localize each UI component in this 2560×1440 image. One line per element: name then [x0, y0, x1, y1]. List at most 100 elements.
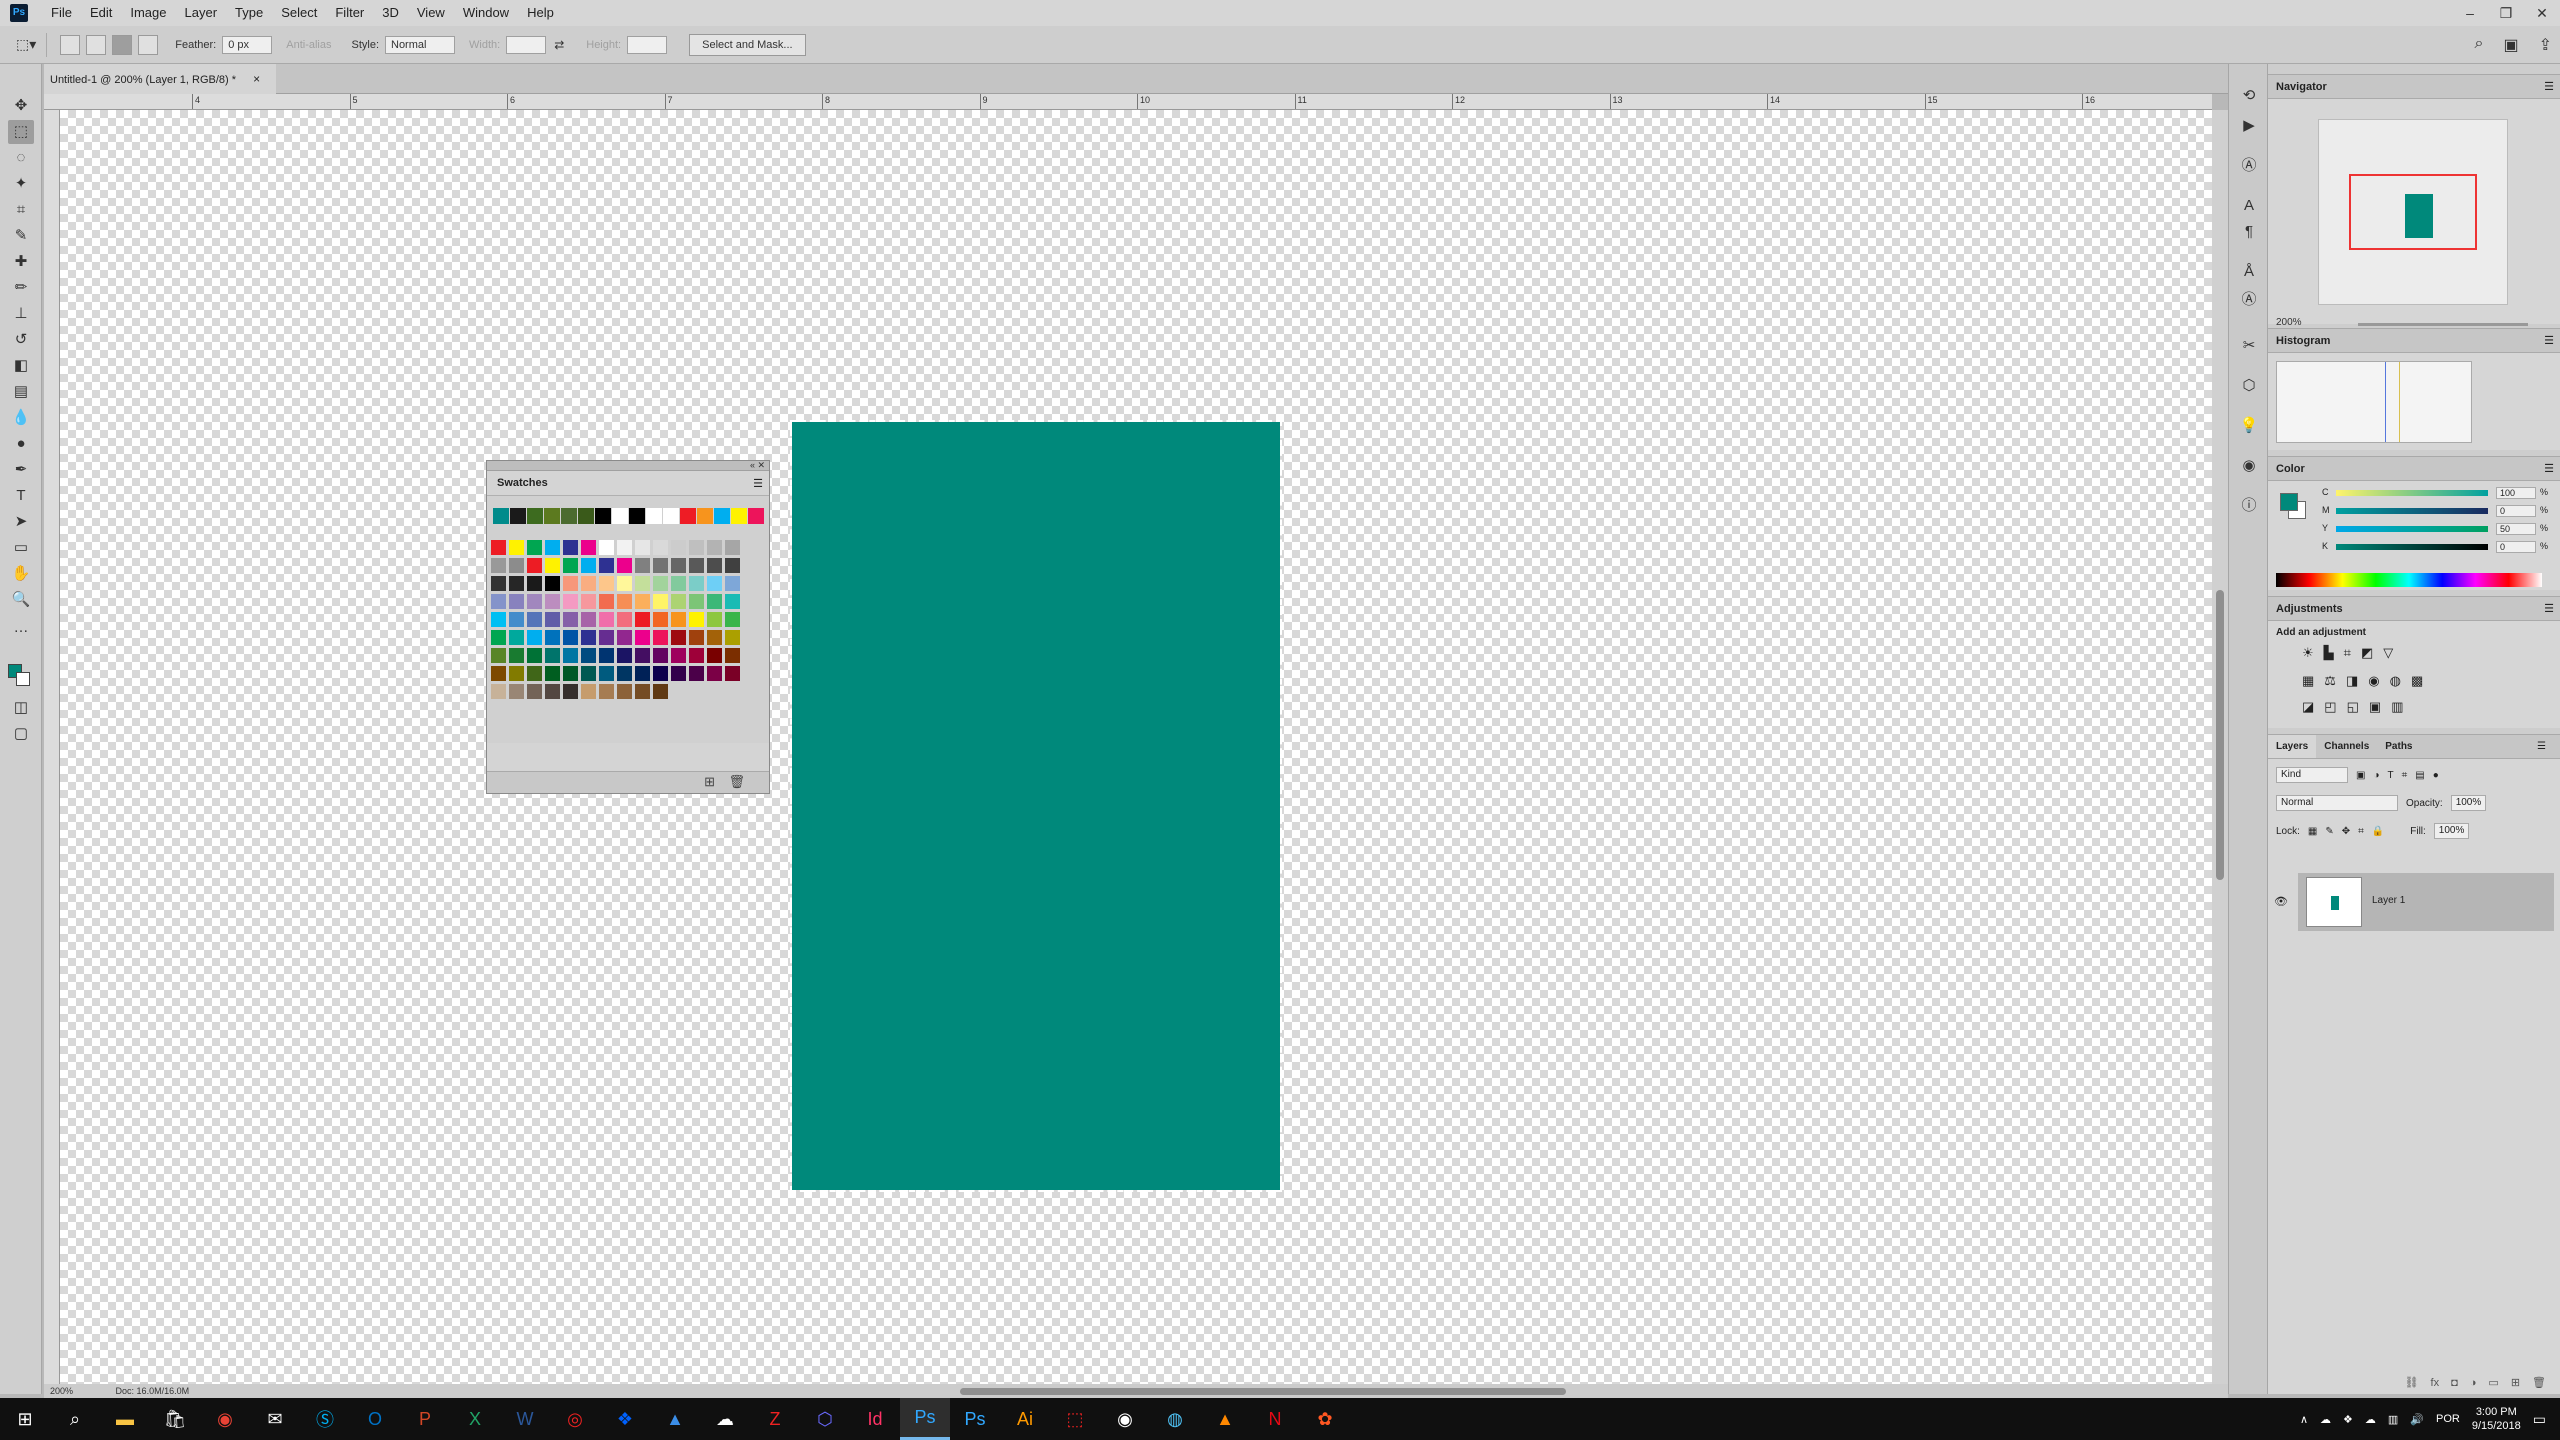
- color-swatch[interactable]: [725, 594, 740, 609]
- yellow-slider[interactable]: [2336, 526, 2488, 532]
- outlook-icon[interactable]: O: [350, 1398, 400, 1440]
- recent-swatch[interactable]: [748, 508, 764, 524]
- menu-select[interactable]: Select: [272, 0, 326, 26]
- close-window-button[interactable]: ✕: [2524, 0, 2560, 26]
- swatches-tab[interactable]: Swatches: [487, 471, 558, 495]
- brush-tool-icon[interactable]: ✏: [8, 276, 34, 300]
- yellow-value[interactable]: 50: [2496, 523, 2536, 535]
- color-swatch[interactable]: [509, 594, 524, 609]
- color-swatch[interactable]: [725, 576, 740, 591]
- color-swatch[interactable]: [635, 576, 650, 591]
- color-swatch[interactable]: [635, 648, 650, 663]
- lasso-tool-icon[interactable]: ◌: [8, 146, 34, 170]
- color-swatch[interactable]: [707, 612, 722, 627]
- status-zoom[interactable]: 200%: [50, 1386, 73, 1396]
- color-swatch[interactable]: [491, 666, 506, 681]
- color-swatch[interactable]: [581, 540, 596, 555]
- link-layers-icon[interactable]: ⛓: [2405, 1372, 2419, 1394]
- recent-swatch[interactable]: [680, 508, 696, 524]
- color-swatch[interactable]: [491, 612, 506, 627]
- paragraph-panel-icon[interactable]: ¶: [2237, 220, 2261, 244]
- color-balance-icon[interactable]: ⚖: [2324, 673, 2336, 689]
- color-swatch[interactable]: [653, 558, 668, 573]
- netflix-icon[interactable]: N: [1250, 1398, 1300, 1440]
- onedrive-icon[interactable]: ☁: [700, 1398, 750, 1440]
- color-swatch[interactable]: [563, 576, 578, 591]
- layer-visibility-eye-icon[interactable]: 👁: [2274, 895, 2288, 908]
- color-swatch[interactable]: [527, 648, 542, 663]
- horizontal-scroll-thumb[interactable]: [960, 1388, 1566, 1395]
- color-swatch[interactable]: [653, 630, 668, 645]
- document-tab[interactable]: Untitled-1 @ 200% (Layer 1, RGB/8) * ×: [44, 64, 277, 94]
- menu-edit[interactable]: Edit: [81, 0, 121, 26]
- powerpoint-icon[interactable]: P: [400, 1398, 450, 1440]
- color-swatch[interactable]: [545, 576, 560, 591]
- crop-tool-icon[interactable]: ⌗: [8, 198, 34, 222]
- fill-input[interactable]: 100%: [2433, 823, 2470, 839]
- pen-tool-icon[interactable]: ✒: [8, 458, 34, 482]
- background-color-swatch[interactable]: [16, 672, 30, 686]
- color-swatch[interactable]: [725, 630, 740, 645]
- menu-help[interactable]: Help: [518, 0, 563, 26]
- hand-tool-icon[interactable]: ✋: [8, 562, 34, 586]
- quick-mask-icon[interactable]: ◫: [8, 696, 34, 720]
- recent-swatch[interactable]: [561, 508, 577, 524]
- height-input[interactable]: [627, 35, 668, 54]
- color-swatch[interactable]: [635, 594, 650, 609]
- zoom-tool-icon[interactable]: 🔍: [8, 588, 34, 612]
- swap-icon[interactable]: ⇄: [554, 38, 564, 52]
- color-swatch[interactable]: [617, 576, 632, 591]
- color-swatch[interactable]: [653, 612, 668, 627]
- recent-swatch[interactable]: [663, 508, 679, 524]
- 3d-panel-icon[interactable]: ⬡: [2237, 374, 2261, 398]
- color-swatch[interactable]: [653, 540, 668, 555]
- store-icon[interactable]: 🛍: [150, 1398, 200, 1440]
- recent-swatch[interactable]: [527, 508, 543, 524]
- color-swatch[interactable]: [545, 684, 560, 699]
- vertical-scroll-thumb[interactable]: [2216, 590, 2224, 880]
- color-swatch[interactable]: [725, 666, 740, 681]
- character-panel-icon[interactable]: A: [2237, 194, 2261, 218]
- recent-swatch[interactable]: [714, 508, 730, 524]
- minimize-button[interactable]: –: [2452, 0, 2488, 26]
- type-tool-icon[interactable]: T: [8, 484, 34, 508]
- filezilla-icon[interactable]: Z: [750, 1398, 800, 1440]
- indesign-icon[interactable]: Id: [850, 1398, 900, 1440]
- layer-filter-kind[interactable]: Kind: [2276, 767, 2348, 783]
- color-swatch[interactable]: [599, 648, 614, 663]
- color-swatch[interactable]: [689, 540, 704, 555]
- group-icon[interactable]: ▭: [2488, 1372, 2498, 1394]
- color-swatch[interactable]: [581, 684, 596, 699]
- channel-mixer-icon[interactable]: ◍: [2390, 673, 2401, 689]
- layer-style-icon[interactable]: fx: [2431, 1372, 2440, 1394]
- color-swatch[interactable]: [563, 648, 578, 663]
- share-icon[interactable]: ⇪: [2539, 35, 2552, 55]
- path-selection-tool-icon[interactable]: ➤: [8, 510, 34, 534]
- filter-type-icon[interactable]: T: [2388, 770, 2394, 781]
- eyedropper-tool-icon[interactable]: ✎: [8, 224, 34, 248]
- color-swatch[interactable]: [509, 540, 524, 555]
- menu-image[interactable]: Image: [121, 0, 175, 26]
- color-swatch[interactable]: [707, 558, 722, 573]
- filter-shape-icon[interactable]: ⌗: [2402, 770, 2408, 781]
- magenta-value[interactable]: 0: [2496, 505, 2536, 517]
- vpn-icon[interactable]: ⬡: [800, 1398, 850, 1440]
- color-swatch[interactable]: [725, 612, 740, 627]
- color-swatch[interactable]: [707, 630, 722, 645]
- color-swatch[interactable]: [653, 684, 668, 699]
- history-brush-tool-icon[interactable]: ↺: [8, 328, 34, 352]
- color-swatch[interactable]: [563, 612, 578, 627]
- swatches-panel-grip[interactable]: « ✕: [487, 461, 769, 471]
- color-swatch[interactable]: [689, 594, 704, 609]
- vlc-icon[interactable]: ▲: [1200, 1398, 1250, 1440]
- adjustments-title[interactable]: Adjustments: [2276, 603, 2343, 615]
- color-lookup-icon[interactable]: ▩: [2411, 673, 2423, 689]
- lock-position-icon[interactable]: ✥: [2342, 826, 2350, 837]
- color-swatch[interactable]: [599, 684, 614, 699]
- blur-tool-icon[interactable]: 💧: [8, 406, 34, 430]
- color-foreground-chip[interactable]: [2280, 493, 2298, 511]
- menu-layer[interactable]: Layer: [176, 0, 227, 26]
- color-swatch[interactable]: [635, 630, 650, 645]
- color-swatch[interactable]: [509, 558, 524, 573]
- histogram-menu-icon[interactable]: ☰: [2544, 329, 2554, 353]
